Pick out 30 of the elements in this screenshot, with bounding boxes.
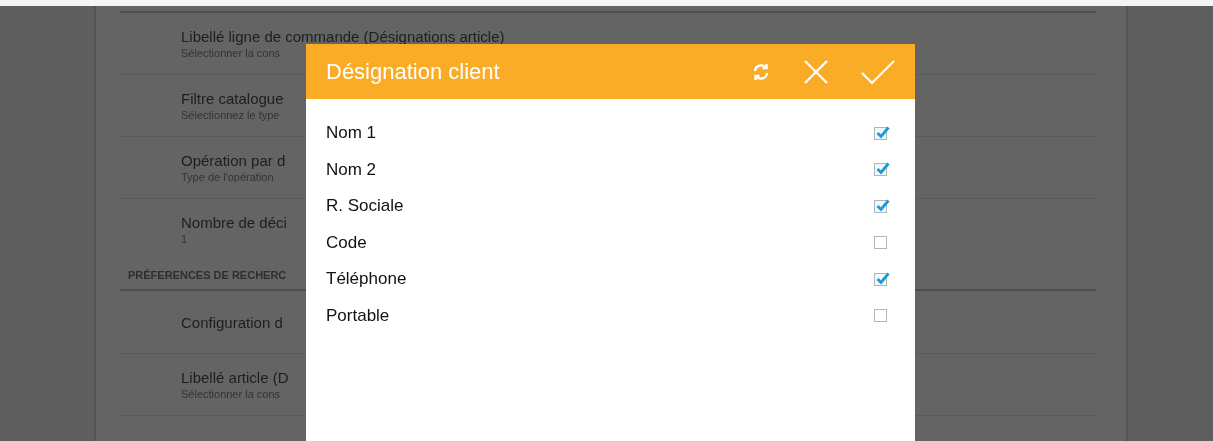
option-label: Nom 1 (326, 123, 377, 144)
option-row[interactable]: Portable (326, 297, 887, 334)
option-row[interactable]: Téléphone (326, 261, 887, 298)
refresh-icon (751, 61, 771, 82)
dialog-title: Désignation client (326, 58, 501, 85)
setting-title: Opération par d (181, 151, 286, 170)
confirm-button[interactable] (861, 58, 895, 85)
option-label: R. Sociale (326, 196, 404, 217)
close-button[interactable] (803, 58, 829, 85)
setting-title: Libellé article (D (181, 368, 289, 387)
checkbox[interactable] (874, 126, 887, 140)
setting-title: Libellé ligne de commande (Désignations article) (181, 27, 505, 46)
option-row[interactable]: Nom 2 (326, 151, 887, 188)
close-icon (803, 58, 829, 85)
option-label: Code (326, 232, 367, 253)
option-row[interactable]: R. Sociale (326, 188, 887, 225)
checkbox[interactable] (874, 236, 887, 250)
setting-title: Filtre catalogue (181, 89, 284, 108)
option-label: Portable (326, 305, 390, 326)
checkbox[interactable] (874, 309, 887, 323)
option-row[interactable]: Nom 1 (326, 115, 887, 152)
option-row[interactable]: Code (326, 224, 887, 261)
option-label: Téléphone (326, 269, 407, 290)
checkbox[interactable] (874, 199, 887, 213)
refresh-button[interactable] (751, 61, 771, 82)
checkbox[interactable] (874, 272, 887, 286)
checkbox[interactable] (874, 163, 887, 177)
setting-title: Nombre de déci (181, 213, 287, 232)
option-label: Nom 2 (326, 159, 377, 180)
check-icon (861, 58, 895, 85)
